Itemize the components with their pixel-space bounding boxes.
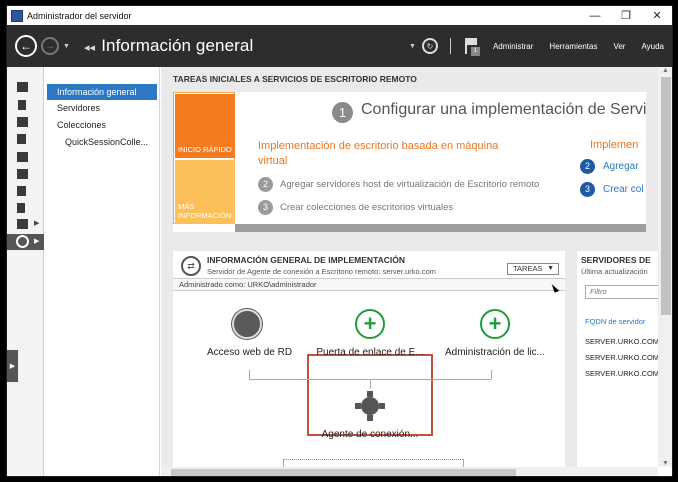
local-server-icon[interactable] <box>18 100 26 110</box>
quick-start-panel: INICIO RÁPIDO MÁS INFORMACIÓN 1 Configur… <box>173 92 646 232</box>
node-connection-broker[interactable]: Agente de conexión... <box>313 391 427 440</box>
vm-deployment-title: Implementación de escritorio basada en m… <box>258 140 499 167</box>
server-manager-window: Administrador del servidor — ❐ ✕ ← → ▼ ◂… <box>6 5 673 477</box>
main-content: TAREAS INICIALES A SERVICIOS DE ESCRITOR… <box>161 67 658 467</box>
connector-line <box>283 459 463 460</box>
notifications-flag-icon[interactable]: 1 <box>463 36 480 56</box>
tile-quick-start[interactable]: INICIO RÁPIDO <box>175 94 235 158</box>
node-label: Puerta de enlace de E... <box>316 347 424 358</box>
managed-as-label: Administrado como: URKO\administrador <box>173 278 565 291</box>
server-row[interactable]: SERVER.URKO.COM <box>585 337 658 346</box>
maximize-button[interactable]: ❐ <box>611 6 641 25</box>
node-rd-web-access[interactable]: Acceso web de RD <box>207 309 293 358</box>
connector-line <box>370 379 371 389</box>
scroll-down-icon[interactable]: ▼ <box>662 460 669 467</box>
connector-line <box>491 370 492 379</box>
breadcrumb-dropdown-icon[interactable]: ▼ <box>409 43 416 50</box>
step-create-collections[interactable]: 3 Crear colecciones de escritorios virtua… <box>258 200 453 215</box>
horizontal-scrollbar[interactable] <box>161 467 658 476</box>
role-icon-bar: ▶ ▶ ▶ <box>7 67 44 476</box>
menu-administrar[interactable]: Administrar <box>493 42 533 51</box>
forward-button[interactable]: → <box>41 37 59 55</box>
breadcrumb-text: Información general <box>101 36 254 55</box>
connector-line <box>463 459 464 467</box>
connector-line <box>249 370 250 379</box>
breadcrumb: ◂◂ Información general <box>84 36 253 56</box>
connector-line <box>283 459 284 467</box>
ribbon-menu: ▼ ↻ 1 Administrar Herramientas Ver Ayuda <box>405 25 672 67</box>
servers-last-updated: Última actualización <box>581 267 648 276</box>
menu-ver[interactable]: Ver <box>613 42 625 51</box>
iis-icon[interactable] <box>17 169 28 179</box>
node-label: Administración de lic... <box>444 347 546 358</box>
remote-access-icon[interactable] <box>17 203 25 213</box>
quick-start-scrollbar[interactable] <box>235 224 646 232</box>
storage-icon[interactable] <box>17 219 28 229</box>
step-number-badge: 1 <box>332 102 353 123</box>
notification-count: 1 <box>470 47 480 56</box>
nav-item-quicksession-collection[interactable]: QuickSessionColle... <box>47 134 157 150</box>
node-rd-gateway[interactable]: + Puerta de enlace de E... <box>311 309 429 358</box>
add-icon: + <box>355 309 385 339</box>
hyper-v-icon[interactable] <box>17 152 28 162</box>
column-header-fqdn[interactable]: FQDN de servidor <box>585 317 645 326</box>
remote-desktop-services-icon[interactable] <box>16 235 29 248</box>
deployment-overview-panel: ⇄ INFORMACIÓN GENERAL DE IMPLEMENTACIÓN … <box>173 251 565 467</box>
separator <box>449 38 451 54</box>
server-row[interactable]: SERVER.URKO.COM <box>585 369 658 378</box>
close-button[interactable]: ✕ <box>642 6 672 25</box>
file-services-icon[interactable] <box>17 134 26 144</box>
deployment-subtitle: Servidor de Agente de conexión a Escrito… <box>207 267 436 276</box>
globe-icon <box>232 309 262 339</box>
server-row[interactable]: SERVER.URKO.COM <box>585 353 658 362</box>
step-add-virtualization-hosts[interactable]: 2 Agregar servidores host de virtualizaci… <box>258 177 539 192</box>
minimize-button[interactable]: — <box>580 6 610 25</box>
ribbon: ← → ▼ ◂◂ Información general ▼ ↻ 1 Admini… <box>7 25 672 67</box>
collapse-panel-button[interactable]: ▶ <box>7 350 18 382</box>
tile-learn-more[interactable]: MÁS INFORMACIÓN <box>175 160 235 224</box>
deployment-icon: ⇄ <box>181 256 201 276</box>
breadcrumb-arrows-icon: ◂◂ <box>83 42 96 54</box>
step-add[interactable]: 2 Agregar <box>580 159 639 174</box>
scroll-thumb[interactable] <box>661 77 671 315</box>
print-services-icon[interactable] <box>17 186 26 196</box>
step-create[interactable]: 3 Crear col <box>580 182 644 197</box>
node-rd-licensing[interactable]: + Administración de lic... <box>435 309 555 358</box>
add-icon: + <box>480 309 510 339</box>
node-label: Agente de conexión... <box>321 429 419 440</box>
window-title: Administrador del servidor <box>27 10 132 21</box>
expand-arrow-icon[interactable]: ▶ <box>34 237 39 245</box>
back-button[interactable]: ← <box>15 35 37 57</box>
dashboard-icon[interactable] <box>17 82 28 92</box>
quick-start-heading: TAREAS INICIALES A SERVICIOS DE ESCRITOR… <box>173 74 417 84</box>
scroll-up-icon[interactable]: ▲ <box>662 67 669 74</box>
quick-start-tiles: INICIO RÁPIDO MÁS INFORMACIÓN <box>173 92 235 224</box>
chevron-down-icon: ▼ <box>547 265 554 272</box>
all-servers-icon[interactable] <box>17 117 28 127</box>
nav-item-collections[interactable]: Colecciones <box>47 117 157 133</box>
deployment-title: INFORMACIÓN GENERAL DE IMPLEMENTACIÓN <box>207 255 406 265</box>
expand-arrow-icon[interactable]: ▶ <box>34 219 39 227</box>
nav-item-servers[interactable]: Servidores <box>47 100 157 116</box>
connection-broker-icon <box>355 391 385 421</box>
filter-input[interactable]: Filtro <box>585 285 658 299</box>
title-bar: Administrador del servidor — ❐ ✕ <box>7 6 672 25</box>
server-manager-icon <box>11 9 23 22</box>
tasks-dropdown[interactable]: TAREAS ▼ <box>507 263 559 275</box>
nav-item-overview[interactable]: Información general <box>47 84 157 100</box>
menu-ayuda[interactable]: Ayuda <box>641 42 664 51</box>
session-deployment-title: Implemen <box>590 139 639 151</box>
configure-deployment-title: Configurar una implementación de Servic <box>361 101 646 118</box>
rds-navigation: Información general Servidores Coleccion… <box>45 67 160 476</box>
refresh-icon[interactable]: ↻ <box>421 38 438 54</box>
servers-panel: SERVIDORES DE Última actualización Filtr… <box>577 251 658 467</box>
history-dropdown-icon[interactable]: ▼ <box>63 43 70 50</box>
scroll-thumb[interactable] <box>171 469 516 476</box>
servers-title: SERVIDORES DE <box>581 255 651 265</box>
menu-herramientas[interactable]: Herramientas <box>549 42 597 51</box>
node-label: Acceso web de RD <box>207 347 293 358</box>
vertical-scrollbar[interactable]: ▲ ▼ <box>658 67 672 467</box>
